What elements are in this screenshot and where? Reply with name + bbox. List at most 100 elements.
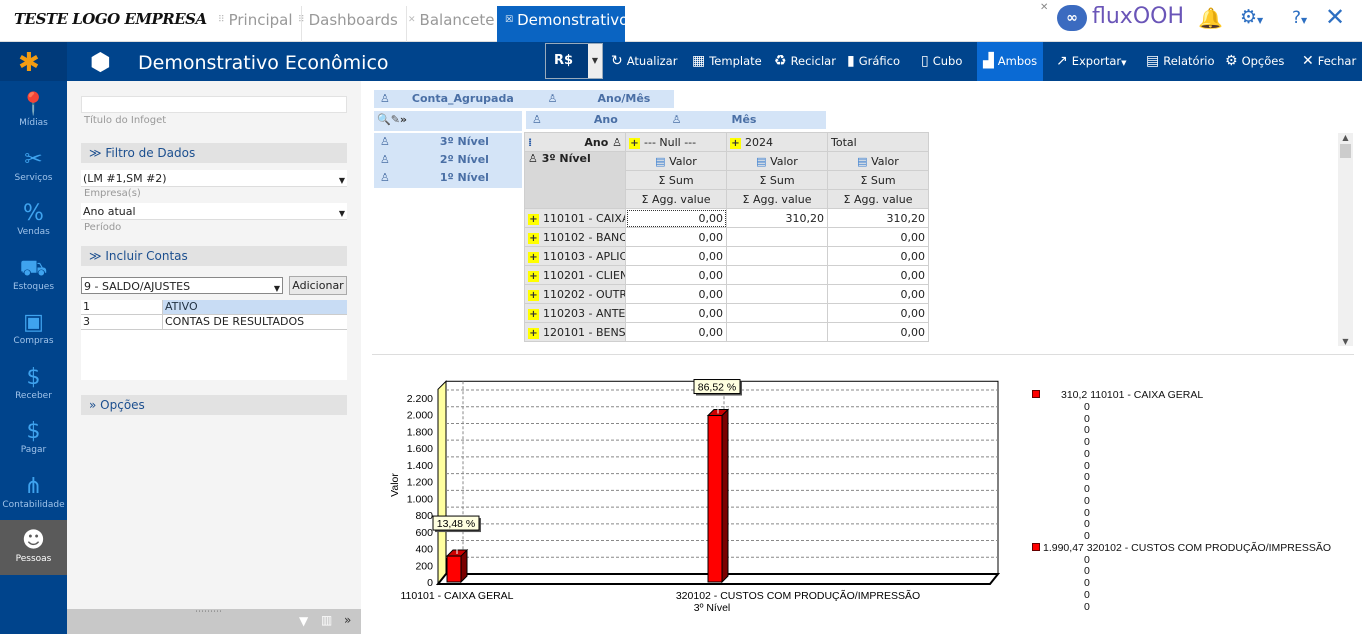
reciclar-button[interactable]: ♻ Reciclar bbox=[768, 42, 842, 81]
tools-icon[interactable]: ✎ bbox=[391, 113, 400, 126]
value-cell[interactable]: 0,00 bbox=[625, 322, 727, 342]
corner-col-header[interactable]: ⁞ Ano ♙ bbox=[524, 132, 626, 152]
field-conta-agrupada[interactable]: Conta_Agrupada bbox=[412, 92, 514, 105]
expand-icon[interactable]: + bbox=[528, 232, 539, 244]
field-3-nivel[interactable]: ♙ 3º Nível bbox=[374, 133, 522, 151]
infoget-title-input[interactable] bbox=[81, 96, 347, 113]
gráfico-button[interactable]: ▮ Gráfico bbox=[841, 42, 906, 81]
ambos-button[interactable]: ▟ Ambos bbox=[977, 42, 1044, 81]
list-item[interactable]: 1 ATIVO bbox=[81, 300, 347, 315]
list-item[interactable]: 3 CONTAS DE RESULTADOS bbox=[81, 315, 347, 330]
value-cell[interactable]: 310,20 bbox=[827, 208, 929, 228]
expand-icon[interactable]: + bbox=[528, 270, 539, 282]
measure-header[interactable]: ▤ Valor bbox=[625, 151, 727, 171]
value-cell[interactable]: 0,00 bbox=[827, 265, 929, 285]
currency-select[interactable]: R$ ▼ bbox=[545, 43, 603, 79]
relatório-button[interactable]: ▤ Relatório bbox=[1140, 42, 1221, 81]
col-header[interactable]: +2024 bbox=[726, 132, 828, 152]
more-icon[interactable]: » bbox=[400, 113, 407, 126]
empresa-select[interactable]: (LM #1,SM #2) ▼ bbox=[81, 170, 347, 187]
expand-icon[interactable]: + bbox=[528, 289, 539, 301]
measure-header[interactable]: ▤ Valor bbox=[726, 151, 828, 171]
splitter[interactable] bbox=[372, 354, 1354, 355]
close-window-icon[interactable]: ✕ bbox=[1325, 3, 1345, 31]
value-cell[interactable] bbox=[726, 303, 828, 323]
tab-demonstrativo[interactable]: ☒ Demonstrativo bbox=[497, 6, 628, 42]
sidebar-item-compras[interactable]: ▣ Compras bbox=[0, 302, 67, 357]
value-cell[interactable]: 0,00 bbox=[625, 227, 727, 247]
sidebar-item-pessoas[interactable]: ☻ Pessoas bbox=[0, 520, 67, 575]
row-header[interactable]: +110201 - CLIENT bbox=[524, 265, 626, 285]
row-header[interactable]: +120101 - BENS bbox=[524, 322, 626, 342]
col-header-total[interactable]: Total bbox=[827, 132, 929, 152]
tab-dashboards[interactable]: ⠿ Dashboards bbox=[290, 6, 407, 42]
expand-icon[interactable]: + bbox=[528, 251, 539, 263]
sidebar-item-mídias[interactable]: 📍 Mídias bbox=[0, 84, 67, 139]
bar[interactable] bbox=[446, 555, 462, 583]
opções-button[interactable]: ⚙ Opções bbox=[1219, 42, 1290, 81]
contas-select[interactable]: 9 - SALDO/AJUSTES ▼ bbox=[81, 277, 283, 294]
cubo-button[interactable]: ▯ Cubo bbox=[915, 42, 968, 81]
value-cell[interactable] bbox=[726, 265, 828, 285]
value-cell[interactable] bbox=[726, 284, 828, 304]
field-1-nivel[interactable]: ♙ 1º Nível bbox=[374, 169, 522, 187]
sidebar-item-serviços[interactable]: ✂ Serviços bbox=[0, 139, 67, 194]
close-brand-icon[interactable]: ✕ bbox=[1040, 2, 1048, 13]
sidebar-item-estoques[interactable]: ⛟ Estoques bbox=[0, 248, 67, 303]
value-cell[interactable]: 0,00 bbox=[625, 284, 727, 304]
field-ano-mes[interactable]: Ano/Mês bbox=[597, 92, 650, 105]
value-cell[interactable]: 0,00 bbox=[827, 246, 929, 266]
value-cell[interactable]: 0,00 bbox=[625, 208, 727, 228]
row-header[interactable]: +110202 - OUTRO bbox=[524, 284, 626, 304]
help-icon[interactable]: ?▼ bbox=[1292, 8, 1307, 28]
value-cell[interactable] bbox=[726, 322, 828, 342]
template-button[interactable]: ▦ Template bbox=[686, 42, 768, 81]
fechar-button[interactable]: ✕ Fechar bbox=[1296, 42, 1362, 81]
bar[interactable] bbox=[707, 415, 723, 583]
section-filtro-dados[interactable]: ≫ Filtro de Dados bbox=[81, 143, 347, 163]
tab-principal[interactable]: ⠿ Principal bbox=[210, 6, 302, 42]
settings-icon[interactable]: ⚙▼ bbox=[1240, 6, 1263, 28]
expand-icon[interactable]: + bbox=[528, 327, 539, 339]
exportar-button[interactable]: ↗ Exportar▼ bbox=[1050, 42, 1133, 81]
value-cell[interactable] bbox=[726, 227, 828, 247]
field-2-nivel[interactable]: ♙ 2º Nível bbox=[374, 151, 522, 169]
expand-icon[interactable]: » bbox=[344, 613, 351, 627]
value-cell[interactable]: 0,00 bbox=[625, 303, 727, 323]
resize-grip-icon[interactable]: ⋯⋯⋯ bbox=[195, 607, 222, 617]
bell-icon[interactable]: 🔔 bbox=[1198, 6, 1223, 30]
filter-icon[interactable]: ▼ bbox=[299, 614, 308, 628]
value-cell[interactable]: 0,00 bbox=[625, 265, 727, 285]
value-cell[interactable]: 0,00 bbox=[827, 284, 929, 304]
row-header[interactable]: +110101 - CAIXA bbox=[524, 208, 626, 228]
col-header[interactable]: + --- Null --- bbox=[625, 132, 727, 152]
atualizar-button[interactable]: ↻ Atualizar bbox=[605, 42, 683, 81]
periodo-select[interactable]: Ano atual ▼ bbox=[81, 203, 347, 220]
field-mes[interactable]: Mês bbox=[732, 113, 757, 126]
value-cell[interactable]: 0,00 bbox=[827, 303, 929, 323]
value-cell[interactable]: 0,00 bbox=[827, 227, 929, 247]
corner-row-header[interactable]: ♙ 3º Nível bbox=[524, 151, 626, 209]
section-opcoes[interactable]: » Opções bbox=[81, 395, 347, 415]
expand-icon[interactable]: + bbox=[528, 213, 539, 225]
row-header[interactable]: +110102 - BANCO bbox=[524, 227, 626, 247]
value-cell[interactable] bbox=[726, 246, 828, 266]
value-cell[interactable]: 0,00 bbox=[625, 246, 727, 266]
sidebar-item-vendas[interactable]: % Vendas bbox=[0, 193, 67, 248]
field-ano[interactable]: Ano bbox=[594, 113, 618, 126]
sidebar-item-contabilidade[interactable]: ⋔ Contabilidade bbox=[0, 466, 67, 521]
section-incluir-contas[interactable]: ≫ Incluir Contas bbox=[81, 246, 347, 266]
adicionar-button[interactable]: Adicionar bbox=[289, 276, 347, 295]
measure-header[interactable]: ▤ Valor bbox=[827, 151, 929, 171]
sidebar-item-pagar[interactable]: $ Pagar bbox=[0, 411, 67, 466]
row-header[interactable]: +110103 - APLICA bbox=[524, 246, 626, 266]
value-cell[interactable]: 0,00 bbox=[827, 322, 929, 342]
row-header[interactable]: +110203 - ANTEC bbox=[524, 303, 626, 323]
app-menu-icon[interactable]: ✱ bbox=[0, 42, 67, 81]
value-cell[interactable]: 310,20 bbox=[726, 208, 828, 228]
zoom-icon[interactable]: 🔍 bbox=[377, 113, 391, 126]
chart-icon[interactable]: ▥ bbox=[321, 613, 332, 627]
sidebar-item-receber[interactable]: $ Receber bbox=[0, 357, 67, 412]
vertical-scrollbar[interactable]: ▲ ▼ bbox=[1338, 133, 1353, 346]
expand-icon[interactable]: + bbox=[528, 308, 539, 320]
